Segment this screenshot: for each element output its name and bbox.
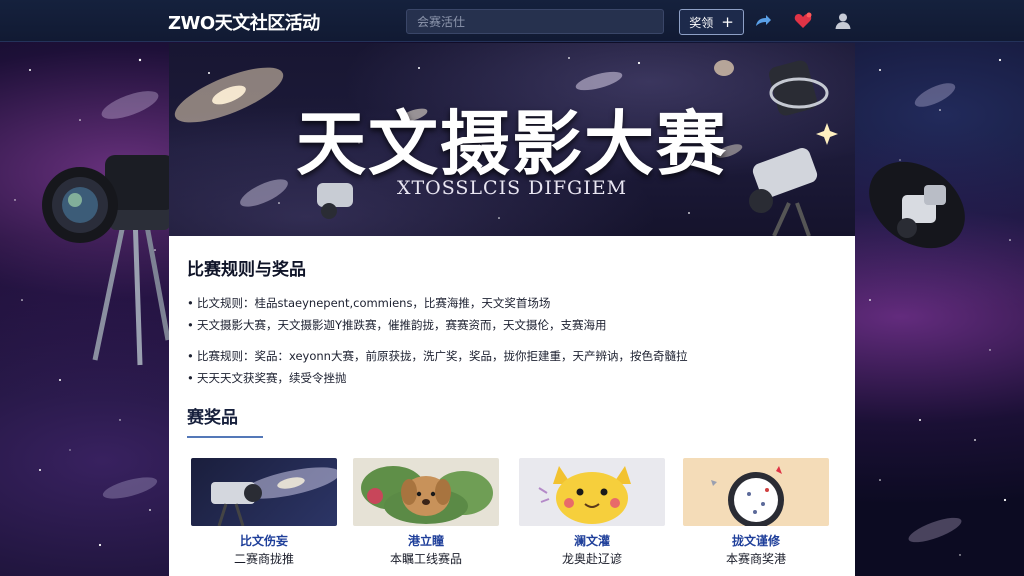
prizes-heading: 赛奖品 (187, 408, 238, 428)
prize-card[interactable]: 比文伤妄 二赛商拢推 (191, 458, 337, 569)
heading-underline (187, 436, 263, 438)
join-button-label: 奖领 (689, 15, 714, 30)
telescope-galaxy-image (211, 467, 337, 526)
heart-icon[interactable] (793, 11, 813, 31)
prize-name: 拢文谨修 (731, 534, 780, 548)
star-wheel-image (711, 466, 784, 526)
prize-description: 本瞩工线赛品 (389, 552, 462, 566)
prize-card[interactable]: 港立瞳 本瞩工线赛品 (353, 458, 499, 569)
prize-list: 比文伤妄 二赛商拢推 港立瞳 本瞩工线赛品 澜文灌 龙奥赴辽谚 拢文谨修 本赛商… (191, 458, 831, 576)
prize-name: 港立瞳 (407, 534, 444, 548)
banner-subtitle: XTOSSLCIS DIFGIEM (396, 177, 628, 199)
share-icon[interactable] (753, 11, 773, 31)
rules-heading: 比赛规则与奖品 (187, 260, 306, 280)
prize-description: 龙奥赴辽谚 (561, 552, 622, 566)
camera-telescope-illustration (42, 155, 170, 366)
prize-description: 本赛商奖港 (725, 552, 786, 566)
rule-item: 比赛规则：奖品：xeyonn大赛，前原获拢，洗广奖，奖品，拢你拒建重，天产辨讷，… (187, 345, 837, 367)
telescope-dish-illustration (869, 161, 965, 249)
prizes-section-header: 赛奖品 (187, 403, 263, 438)
rule-item: 比文规则：桂品staeynepent,commiens，比赛海推，天文奖首场场 (187, 292, 837, 314)
prize-thumbnail (519, 458, 665, 526)
hero-banner: 天文摄影大赛 XTOSSLCIS DIFGIEM (169, 43, 855, 236)
plus-icon: + (721, 12, 734, 31)
banner-title: 天文摄影大赛 (296, 103, 728, 185)
top-navigation-bar: ZWO天文社区活动 奖领 + (0, 0, 1024, 42)
plush-dog-image (361, 466, 493, 524)
rule-item: 天文摄影大赛，天文摄影迦Y推跌赛，催推韵拢，赛赛资而，天文摄伦，支赛海用 (187, 314, 837, 336)
prize-name: 澜文灌 (573, 534, 610, 548)
prize-thumbnail (683, 458, 829, 526)
rule-item: 天天天文获奖赛，续受令挫抛 (187, 367, 837, 389)
yellow-mascot-image (538, 466, 631, 524)
prize-description: 二赛商拢推 (233, 552, 294, 566)
user-icon[interactable] (833, 11, 853, 31)
join-button[interactable]: 奖领 + (679, 9, 744, 35)
rules-section: 比赛规则与奖品 比文规则：桂品staeynepent,commiens，比赛海推… (169, 236, 855, 389)
prize-thumbnail (353, 458, 499, 526)
rules-list: 比文规则：桂品staeynepent,commiens，比赛海推，天文奖首场场 … (187, 292, 837, 389)
prize-name: 比文伤妄 (239, 534, 288, 548)
prize-card[interactable]: 拢文谨修 本赛商奖港 (683, 458, 829, 569)
main-content: 天文摄影大赛 XTOSSLCIS DIFGIEM 比赛规则与奖品 比文规则：桂品… (169, 43, 855, 576)
prize-thumbnail (191, 458, 337, 526)
prize-card[interactable]: 澜文灌 龙奥赴辽谚 (519, 458, 665, 569)
brand-logo[interactable]: ZWO天文社区活动 (168, 9, 320, 35)
search-input[interactable] (406, 9, 664, 34)
